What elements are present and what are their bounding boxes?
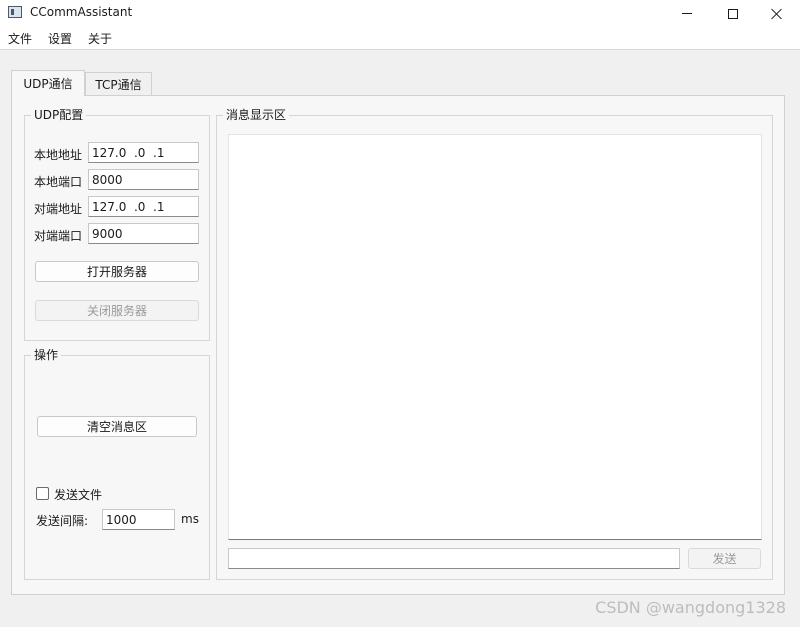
title-bar: CCommAssistant [0, 0, 800, 27]
send-interval-label: 发送间隔: [36, 514, 89, 528]
clear-messages-button[interactable]: 清空消息区 [37, 416, 197, 437]
menu-about[interactable]: 关于 [88, 30, 112, 47]
send-interval-unit: ms [181, 512, 199, 526]
menu-file[interactable]: 文件 [8, 30, 32, 47]
watermark-text: CSDN @wangdong1328 [595, 598, 786, 617]
operations-group: 操作 [24, 348, 210, 580]
message-display-title: 消息显示区 [223, 108, 290, 122]
close-button[interactable] [754, 0, 800, 27]
close-server-button: 关闭服务器 [35, 300, 199, 321]
udp-config-title: UDP配置 [31, 108, 87, 122]
remote-port-label: 对端端口 [34, 229, 83, 243]
window-title: CCommAssistant [30, 5, 133, 19]
message-input[interactable] [228, 548, 680, 569]
tab-tcp[interactable]: TCP通信 [85, 72, 152, 95]
minimize-icon [682, 13, 692, 14]
remote-address-input[interactable] [88, 196, 199, 217]
message-display-area[interactable] [228, 134, 762, 540]
operations-title: 操作 [31, 348, 62, 362]
local-port-label: 本地端口 [34, 175, 83, 189]
maximize-icon [728, 8, 738, 19]
send-file-checkbox[interactable] [36, 487, 49, 500]
local-address-label: 本地地址 [34, 148, 83, 162]
remote-address-label: 对端地址 [34, 202, 83, 216]
maximize-button[interactable] [710, 0, 756, 27]
menu-divider [0, 49, 800, 50]
remote-port-input[interactable] [88, 223, 199, 244]
app-icon [8, 6, 22, 18]
open-server-button[interactable]: 打开服务器 [35, 261, 199, 282]
local-address-input[interactable] [88, 142, 199, 163]
tab-udp[interactable]: UDP通信 [11, 70, 85, 96]
send-button: 发送 [688, 548, 761, 569]
minimize-button[interactable] [664, 0, 710, 27]
local-port-input[interactable] [88, 169, 199, 190]
menu-bar: 文件 设置 关于 [0, 27, 800, 49]
menu-settings[interactable]: 设置 [48, 30, 72, 47]
send-file-label[interactable]: 发送文件 [54, 486, 102, 503]
send-interval-input[interactable] [102, 509, 175, 530]
close-icon [771, 8, 783, 20]
